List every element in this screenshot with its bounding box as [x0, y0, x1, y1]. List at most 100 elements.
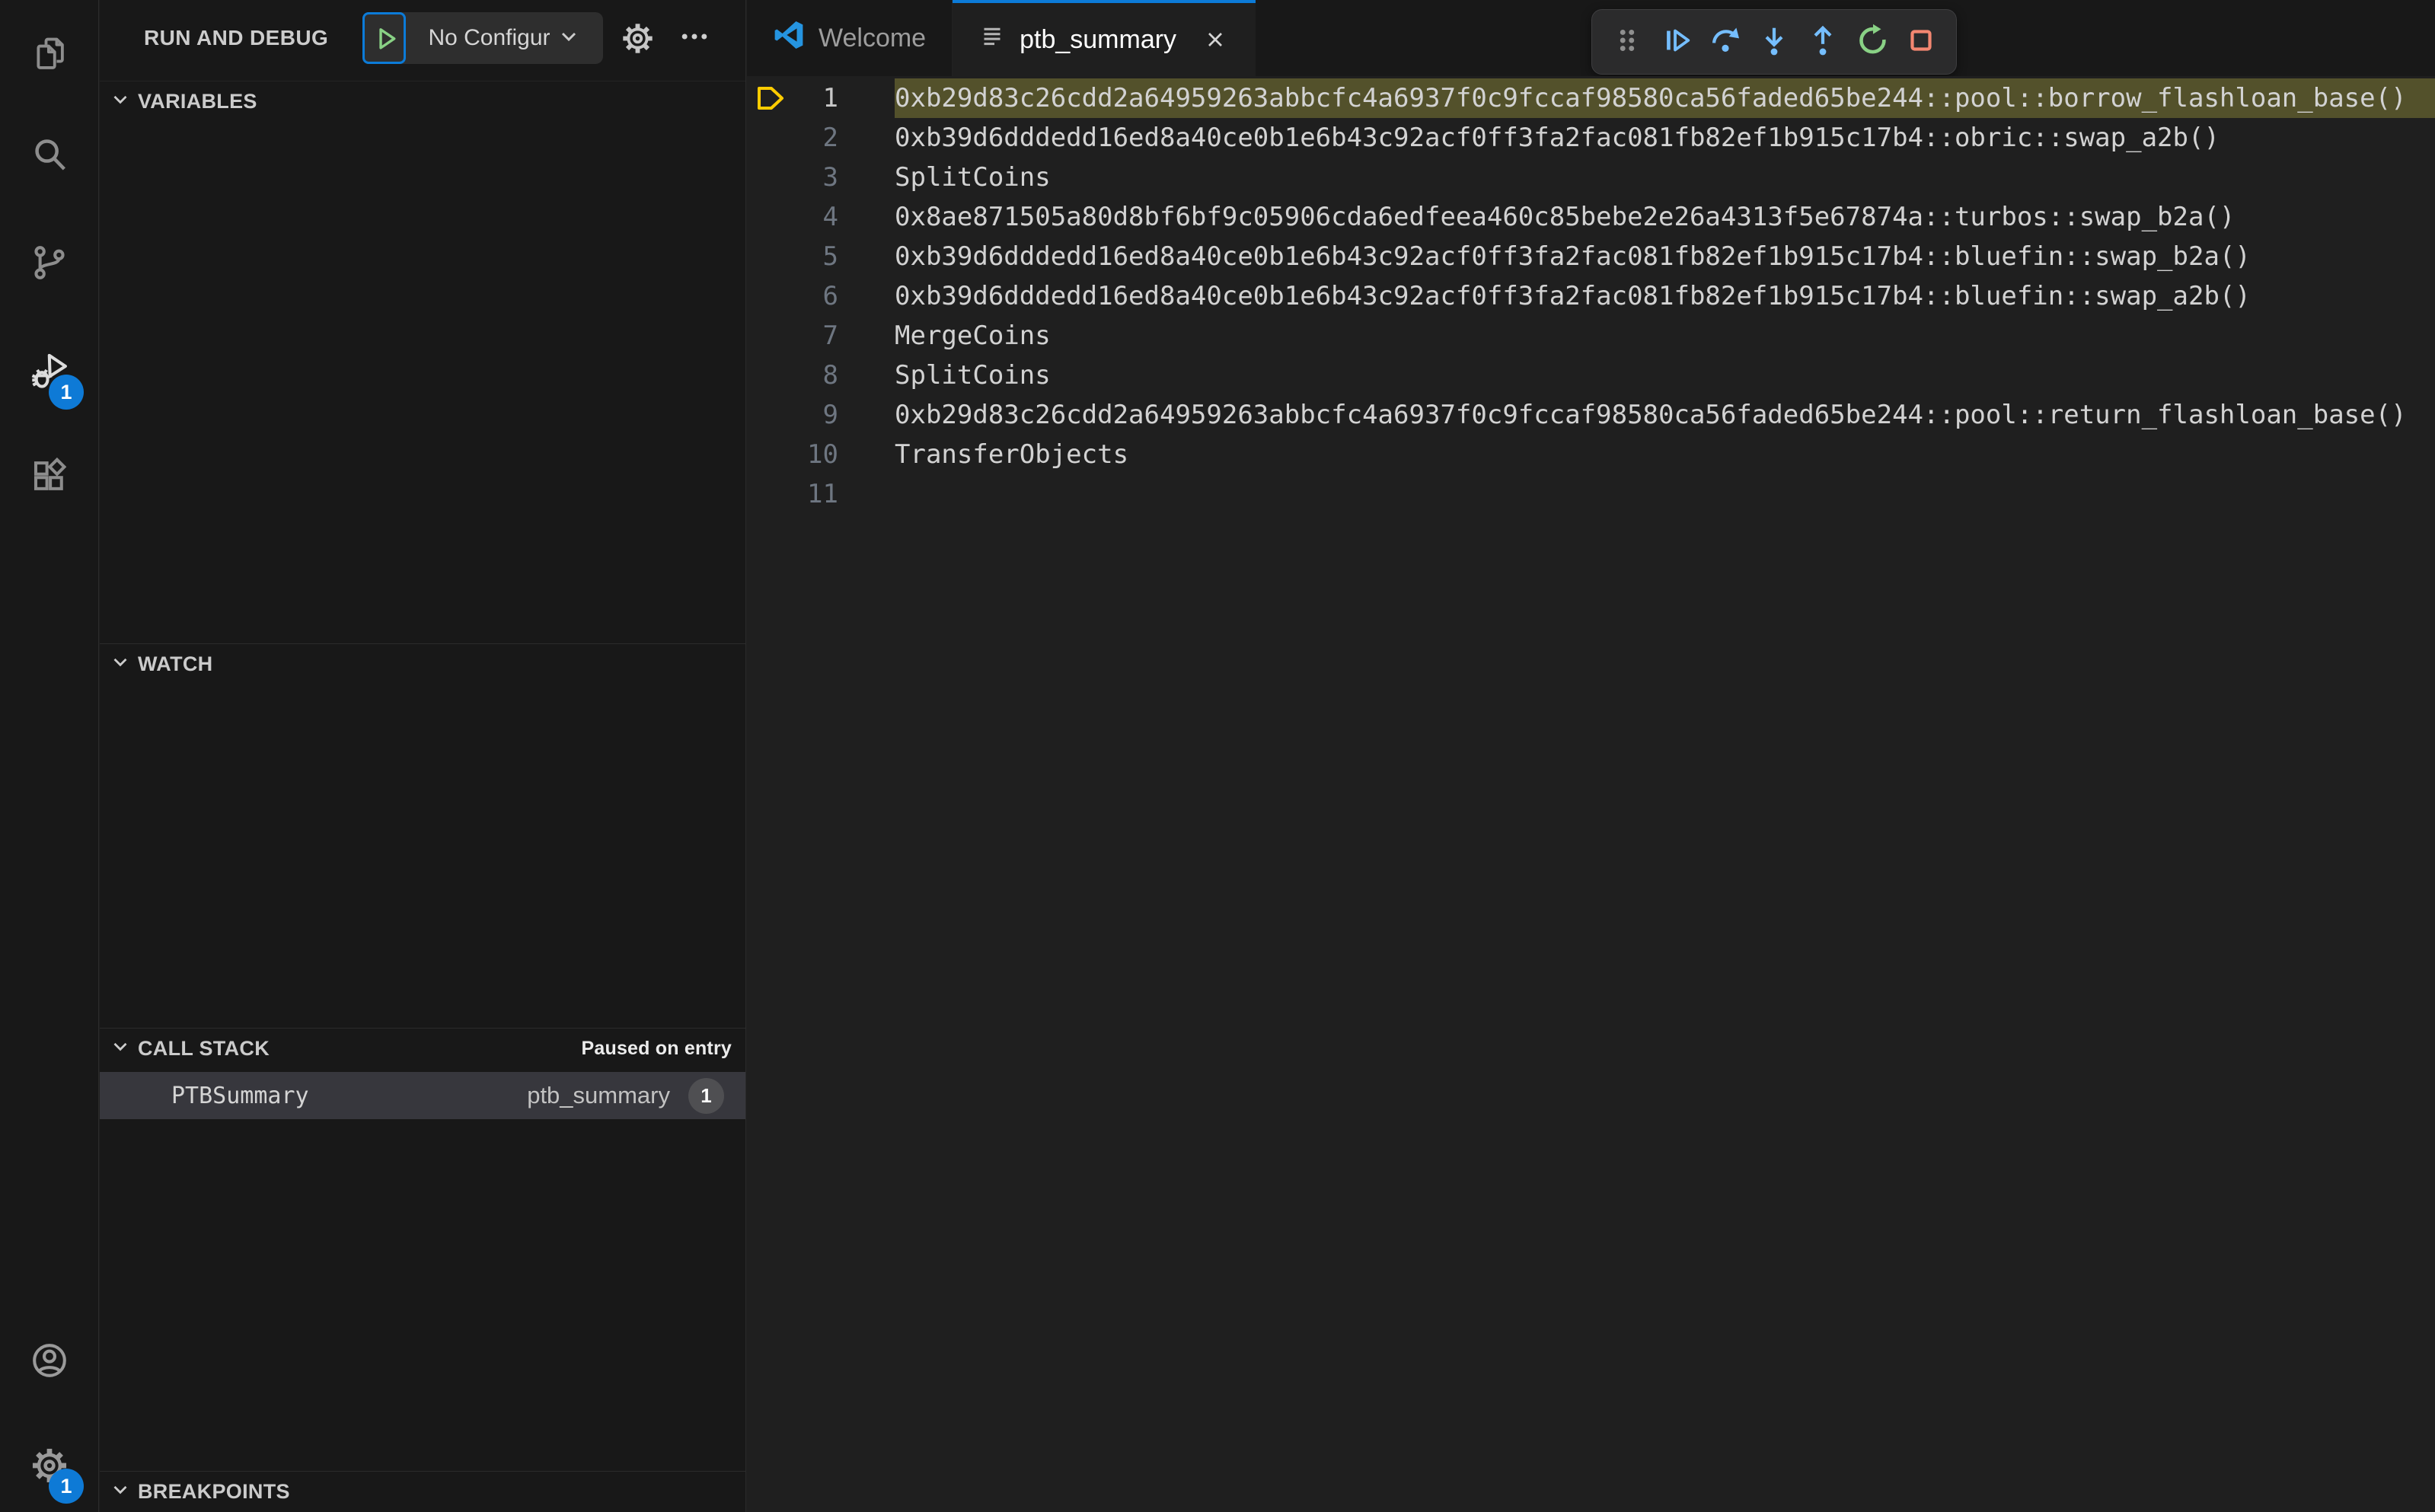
- gutter[interactable]: 5: [747, 237, 895, 276]
- debug-toolbar: [1591, 9, 1957, 75]
- step-out-button[interactable]: [1805, 24, 1841, 60]
- current-stack-frame-icon: [753, 81, 788, 116]
- stack-frame-row[interactable]: PTBSummary ptb_summary 1: [100, 1072, 745, 1119]
- gripper-icon: [1610, 23, 1645, 62]
- code-line[interactable]: 6 0xb39d6dddedd16ed8a40ce0b1e6b43c92acf0…: [747, 276, 2435, 316]
- code-line[interactable]: 10 TransferObjects: [747, 435, 2435, 474]
- line-number: 7: [822, 321, 838, 351]
- step-over-icon: [1708, 23, 1743, 62]
- stack-frame-name: PTBSummary: [171, 1082, 309, 1109]
- gutter[interactable]: 9: [747, 395, 895, 435]
- gutter[interactable]: 4: [747, 197, 895, 237]
- gutter[interactable]: 2: [747, 118, 895, 158]
- list-file-icon: [978, 23, 1006, 57]
- gutter[interactable]: 3: [747, 158, 895, 197]
- files-icon: [29, 33, 70, 78]
- continue-icon: [1658, 23, 1693, 62]
- activity-item-account[interactable]: [0, 1316, 99, 1408]
- code-line[interactable]: 2 0xb39d6dddedd16ed8a40ce0b1e6b43c92acf0…: [747, 118, 2435, 158]
- configuration-dropdown-label: No Configur: [428, 25, 551, 50]
- vscode-window: 1 1 RUN AND DEBUG No Configur VARIABLES …: [0, 0, 2435, 1512]
- gutter[interactable]: 6: [747, 276, 895, 316]
- code-line[interactable]: 4 0x8ae871505a80d8bf6bf9c05906cda6edfeea…: [747, 197, 2435, 237]
- tab-ptb-summary[interactable]: ptb_summary: [953, 0, 1256, 76]
- line-text: MergeCoins: [895, 321, 1051, 351]
- activity-item-explorer[interactable]: [0, 9, 99, 100]
- step-over-button[interactable]: [1707, 24, 1744, 60]
- section-header-variables[interactable]: VARIABLES: [100, 81, 745, 122]
- code-line[interactable]: 1 0xb29d83c26cdd2a64959263abbcfc4a6937f0…: [747, 78, 2435, 118]
- toolbar-drag-handle[interactable]: [1609, 24, 1645, 60]
- git-branch-icon: [29, 242, 70, 287]
- start-debugging-button[interactable]: [362, 12, 406, 64]
- more-actions-button[interactable]: [672, 21, 716, 56]
- section-label: CALL STACK: [138, 1037, 270, 1060]
- line-number: 9: [822, 400, 838, 430]
- restart-icon: [1855, 23, 1890, 62]
- code-line[interactable]: 9 0xb29d83c26cdd2a64959263abbcfc4a6937f0…: [747, 395, 2435, 435]
- step-into-icon: [1757, 23, 1792, 62]
- section-header-watch[interactable]: WATCH: [100, 643, 745, 684]
- stop-icon: [1904, 23, 1939, 62]
- line-text: SplitCoins: [895, 162, 1051, 193]
- chevron-down-icon: [109, 88, 132, 116]
- chevron-down-icon: [109, 1035, 132, 1063]
- activity-item-run-and-debug[interactable]: 1: [0, 327, 99, 419]
- gutter[interactable]: 10: [747, 435, 895, 474]
- restart-button[interactable]: [1854, 24, 1891, 60]
- account-icon: [29, 1340, 70, 1385]
- section-label: WATCH: [138, 652, 213, 675]
- line-number: 8: [822, 360, 838, 391]
- section-header-call-stack[interactable]: CALL STACK Paused on entry: [100, 1028, 745, 1069]
- chevron-down-icon: [557, 21, 581, 55]
- line-text: 0xb39d6dddedd16ed8a40ce0b1e6b43c92acf0ff…: [895, 123, 2220, 153]
- section-label: BREAKPOINTS: [138, 1480, 290, 1503]
- line-text: 0xb39d6dddedd16ed8a40ce0b1e6b43c92acf0ff…: [895, 241, 2251, 272]
- code-line[interactable]: 3 SplitCoins: [747, 158, 2435, 197]
- line-number: 1: [822, 83, 838, 113]
- code-line[interactable]: 8 SplitCoins: [747, 356, 2435, 395]
- activity-bar: 1 1: [0, 0, 99, 1512]
- gear-icon: [620, 24, 656, 59]
- activity-item-source-control[interactable]: [0, 219, 99, 310]
- play-icon: [372, 24, 397, 53]
- step-into-button[interactable]: [1756, 24, 1792, 60]
- stack-frame-badge: 1: [688, 1077, 724, 1114]
- continue-button[interactable]: [1658, 24, 1694, 60]
- line-number: 6: [822, 281, 838, 311]
- activity-item-search[interactable]: [0, 110, 99, 202]
- line-text: TransferObjects: [895, 439, 1129, 470]
- chevron-down-icon: [109, 1478, 132, 1506]
- line-text: 0xb39d6dddedd16ed8a40ce0b1e6b43c92acf0ff…: [895, 281, 2251, 311]
- section-label: VARIABLES: [138, 90, 257, 113]
- tab-label: Welcome: [819, 23, 927, 53]
- ellipsis-icon: [678, 20, 711, 57]
- gutter[interactable]: 7: [747, 316, 895, 356]
- code-line[interactable]: 11: [747, 474, 2435, 514]
- editor-area: Welcome ptb_summary 1 0xb29d83c26cdd2a64…: [747, 0, 2435, 1512]
- line-number: 4: [822, 202, 838, 232]
- step-out-icon: [1805, 23, 1840, 62]
- line-number: 2: [822, 123, 838, 153]
- line-number: 11: [807, 479, 838, 509]
- launch-configuration-control: No Configur: [362, 12, 603, 64]
- line-text: [895, 474, 2435, 514]
- activity-item-settings[interactable]: 1: [0, 1421, 99, 1512]
- code-line[interactable]: 5 0xb39d6dddedd16ed8a40ce0b1e6b43c92acf0…: [747, 237, 2435, 276]
- code-editor[interactable]: 1 0xb29d83c26cdd2a64959263abbcfc4a6937f0…: [747, 76, 2435, 1512]
- line-number: 3: [822, 162, 838, 193]
- gutter[interactable]: 1: [747, 78, 895, 118]
- section-header-breakpoints[interactable]: BREAKPOINTS: [100, 1471, 745, 1512]
- activity-item-extensions[interactable]: [0, 432, 99, 523]
- gutter[interactable]: 8: [747, 356, 895, 395]
- code-line[interactable]: 7 MergeCoins: [747, 316, 2435, 356]
- gutter[interactable]: 11: [747, 474, 895, 514]
- tab-welcome[interactable]: Welcome: [747, 0, 953, 76]
- close-icon[interactable]: [1201, 25, 1230, 54]
- configuration-dropdown[interactable]: No Configur: [406, 12, 603, 64]
- stop-button[interactable]: [1903, 24, 1939, 60]
- open-launch-json-button[interactable]: [620, 21, 656, 56]
- run-and-debug-sidebar: RUN AND DEBUG No Configur VARIABLES WATC…: [100, 0, 746, 1512]
- extensions-icon: [29, 455, 70, 500]
- line-number: 5: [822, 241, 838, 272]
